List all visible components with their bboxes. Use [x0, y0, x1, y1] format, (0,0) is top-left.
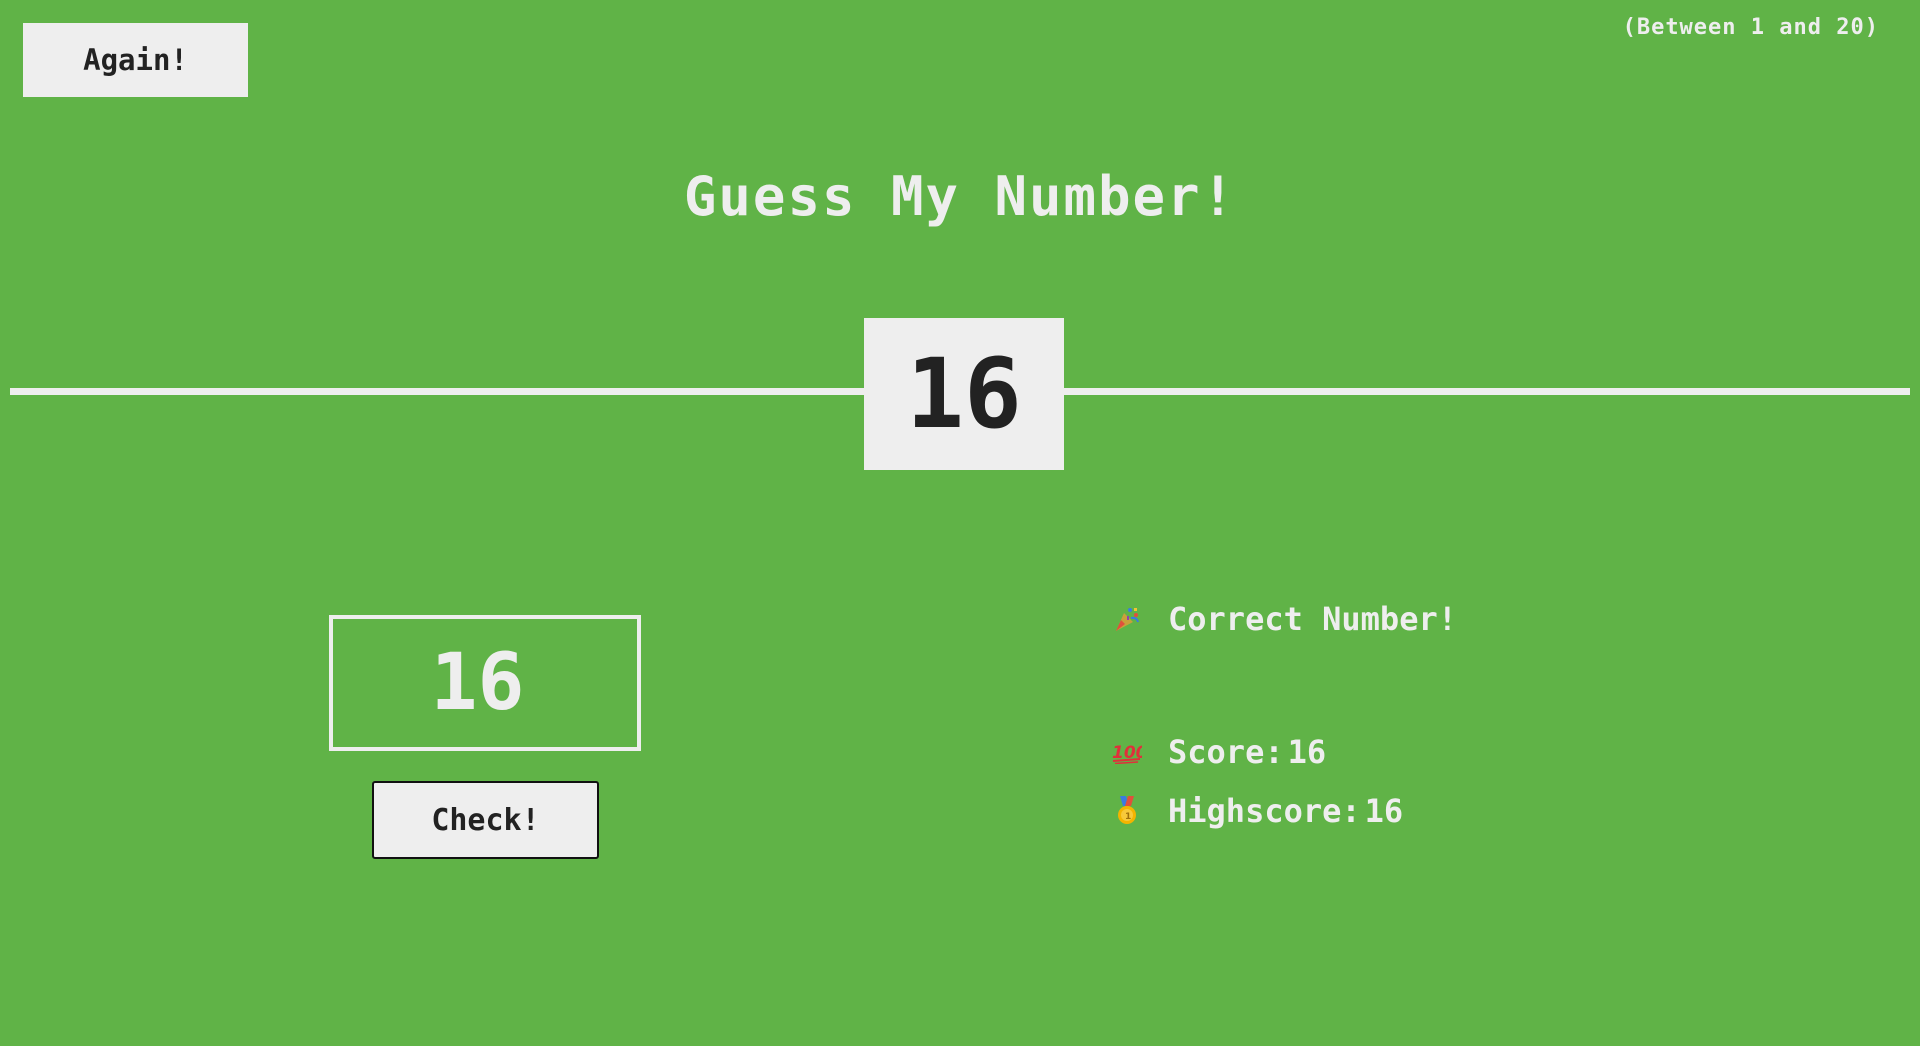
- highscore-row: 1 Highscore: 16: [1112, 792, 1403, 830]
- hundred-points-icon: 100: [1112, 737, 1142, 767]
- message-row: Correct Number!: [1112, 600, 1457, 638]
- medal-icon: 1: [1112, 796, 1142, 826]
- score-row: 100 Score:16: [1112, 733, 1326, 771]
- highscore-label: Highscore:: [1168, 792, 1361, 830]
- check-button[interactable]: Check!: [372, 781, 599, 859]
- message-text: Correct Number!: [1168, 600, 1457, 638]
- secret-number-box: 16: [864, 318, 1064, 470]
- score-label: Score:: [1168, 733, 1284, 771]
- range-hint: (Between 1 and 20): [1622, 15, 1879, 40]
- highscore-value: 16: [1364, 792, 1404, 830]
- again-button[interactable]: Again!: [23, 23, 248, 97]
- score-value: 16: [1287, 733, 1327, 771]
- svg-text:1: 1: [1125, 812, 1131, 822]
- page-title: Guess My Number!: [683, 165, 1237, 228]
- party-popper-icon: [1112, 604, 1142, 634]
- guess-input[interactable]: [329, 615, 641, 751]
